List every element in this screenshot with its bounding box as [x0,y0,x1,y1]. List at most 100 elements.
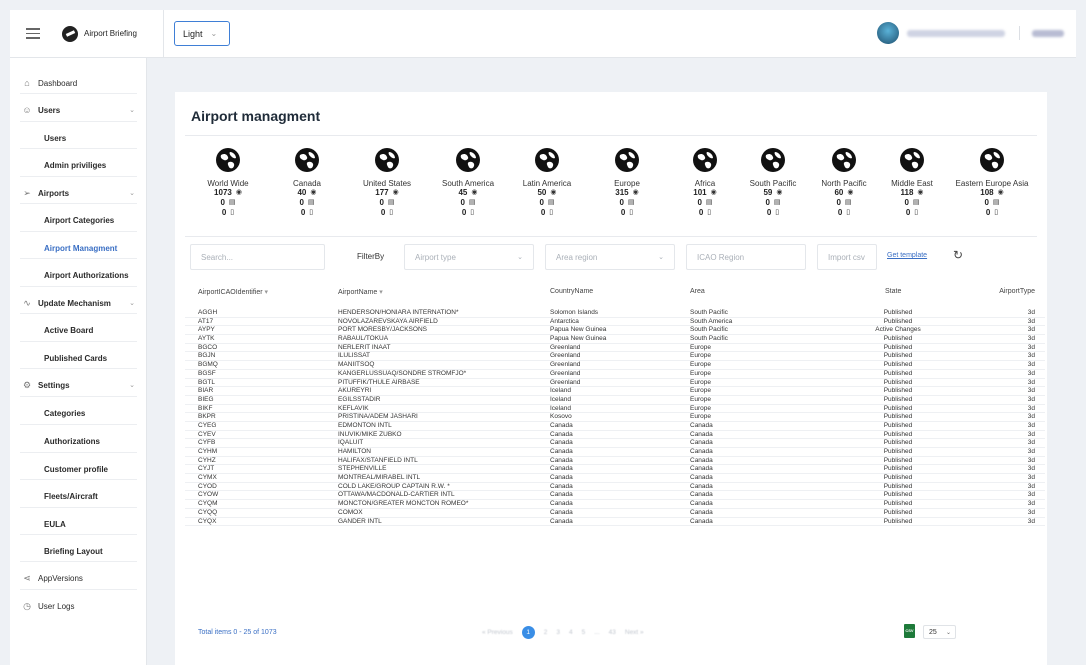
cell-airport-name: MONCTON/GREATER MONCTON ROMEO* [338,500,469,508]
sidebar-item-eula[interactable]: EULA [10,514,147,534]
pagination-page[interactable]: 4 [569,629,573,636]
airport-count-icon: ◉ [310,189,317,196]
pagination-page[interactable]: 1 [521,626,535,639]
airport-type-select[interactable]: Airport type ⌄ [404,244,534,270]
region-united-states[interactable]: United States 177 ◉ 0 ▤ 0 ▯ [344,147,430,218]
table-row[interactable]: BGJN ILULISSAT Greenland Europe Published 3d [185,352,1045,362]
region-canada[interactable]: Canada 40 ◉ 0 ▤ 0 ▯ [264,147,350,218]
table-row[interactable]: CYQX GANDER INTL Canada Canada Published 3d [185,518,1045,527]
pending-count: 0 [379,198,384,207]
import-csv-input[interactable]: Import csv [817,244,877,270]
region-south-america[interactable]: South America 45 ◉ 0 ▤ 0 ▯ [425,147,511,218]
sidebar-item-appversions[interactable]: ⋖ AppVersions [10,568,147,588]
sidebar-item-airport-authorizations[interactable]: Airport Authorizations [10,265,147,285]
pagination-page[interactable]: 3 [556,629,560,636]
area-region-select[interactable]: Area region ⌄ [545,244,675,270]
filter-icon[interactable]: ▾ [265,289,269,296]
airport-type-placeholder: Airport type [415,252,456,262]
sidebar-divider [20,93,137,94]
table-row[interactable]: AT17 NOVOLAZAREVSKAYA AIRFIELD Antarctica S… [185,318,1045,327]
pagination-previous[interactable]: « Previous [482,629,513,636]
table-row[interactable]: CYHM HAMILTON Canada Canada Published 3d [185,448,1045,457]
document-count: 0 [300,208,306,217]
avatar[interactable] [877,22,899,44]
sidebar-item-label: Airport Categories [44,215,115,225]
csv-export-icon[interactable]: CSV [904,624,915,638]
region-middle-east[interactable]: Middle East 118 ◉ 0 ▤ 0 ▯ [869,147,955,218]
sidebar-divider [20,561,137,562]
table-row[interactable]: CYOD COLD LAKE/GROUP CAPTAIN R.W. * Canada… [185,483,1045,492]
filter-icon[interactable]: ▾ [379,289,383,296]
sidebar-item-customer-profile[interactable]: Customer profile [10,459,147,479]
table-row[interactable]: BGTL PITUFFIK/THULE AIRBASE Greenland Europ… [185,379,1045,388]
cell-country: Canada [550,456,573,464]
globe-icon [374,147,400,173]
sidebar-item-users[interactable]: Users [10,128,147,148]
sidebar-divider [20,368,137,369]
table-row[interactable]: CYMX MONTREAL/MIRABEL INTL Canada Canada Pub… [185,474,1045,483]
get-template-link[interactable]: Get template [887,252,927,259]
table-row[interactable]: CYJT STEPHENVILLE Canada Canada Published 3d [185,465,1045,475]
table-row[interactable]: CYEV INUVIK/MIKE ZUBKO Canada Canada Publish… [185,431,1045,440]
table-row[interactable]: CYQQ COMOX Canada Canada Published 3d [185,509,1045,518]
table-row[interactable]: BKPR PRISTINA/ADEM JASHARI Kosovo Europe Pub… [185,413,1045,422]
theme-select[interactable]: Light ⌄ [174,21,230,46]
sidebar-item-categories[interactable]: Categories [10,403,147,423]
sidebar-item-briefing-layout[interactable]: Briefing Layout [10,541,147,561]
search-input[interactable]: Search... [190,244,325,270]
sidebar-item-airport-categories[interactable]: Airport Categories [10,210,147,230]
pagination-page[interactable]: 43 [609,629,616,636]
cell-airport-name: HAMILTON [338,448,371,455]
sidebar-item-authorizations[interactable]: Authorizations [10,431,147,451]
sidebar-item-update-mechanism[interactable]: ∿ Update Mechanism ⌄ [10,293,147,313]
header-icao[interactable]: AirportICAOIdentifier ▾ [198,288,268,296]
table-row[interactable]: CYQM MONCTON/GREATER MONCTON ROMEO* Canada… [185,500,1045,509]
sidebar-item-published-cards[interactable]: Published Cards [10,348,147,368]
table-row[interactable]: BIEG EGILSSTADIR Iceland Europe Published 3d [185,396,1045,405]
cell-airport-name: EDMONTON INTL [338,421,392,429]
sidebar-item-active-board[interactable]: Active Board [10,320,147,340]
table-row[interactable]: BGSF KANGERLUSSUAQ/SONDRE STROMFJO* Greenl… [185,370,1045,379]
cell-country: Antarctica [550,317,579,325]
table-row[interactable]: BIKF KEFLAVIK Iceland Europe Published 3d [185,405,1045,414]
table-row[interactable]: BGCO NERLERIT INAAT Greenland Europe Publish… [185,344,1045,353]
table-row[interactable]: CYEG EDMONTON INTL Canada Canada Published 3d [185,422,1045,431]
table-row[interactable]: AYTK RABAUL/TOKUA Papua New Guinea South Pa… [185,335,1045,344]
page-size-select[interactable]: 25 ⌄ [923,625,956,639]
header-name[interactable]: AirportName ▾ [338,288,383,296]
region-world-wide[interactable]: World Wide 1073 ◉ 0 ▤ 0 ▯ [185,147,271,218]
sidebar-divider [20,121,137,122]
sidebar-item-users[interactable]: ☺ Users ⌄ [10,100,147,120]
user-area[interactable] [877,22,1064,44]
icao-region-input[interactable]: ICAO Region [686,244,806,270]
table-row[interactable]: CYHZ HALIFAX/STANFIELD INTL Canada Canada Pu… [185,457,1045,466]
sidebar-item-airport-managment[interactable]: Airport Managment [10,238,147,258]
table-row[interactable]: AYPY PORT MORESBY/JACKSONS Papua New Guine… [185,326,1045,336]
table-row[interactable]: CYFB IQALUIT Canada Canada Published 3d [185,439,1045,448]
region-eastern-europe-asia[interactable]: Eastern Europe Asia 108 ◉ 0 ▤ 0 ▯ [949,147,1035,218]
sidebar-item-airports[interactable]: ➢ Airports ⌄ [10,183,147,203]
pagination-page[interactable]: ... [594,629,599,636]
menu-icon[interactable] [26,28,40,39]
refresh-icon[interactable]: ↻ [953,248,963,262]
region-latin-america[interactable]: Latin America 50 ◉ 0 ▤ 0 ▯ [504,147,590,218]
sidebar-item-settings[interactable]: ⚙ Settings ⌄ [10,375,147,395]
table-row[interactable]: BGMQ MANIITSOQ Greenland Europe Published 3d [185,361,1045,370]
sidebar-item-admin-priviliges[interactable]: Admin priviliges [10,155,147,175]
table-row[interactable]: CYOW OTTAWA/MACDONALD-CARTIER INTL Canada C… [185,491,1045,501]
pagination-page[interactable]: 5 [582,629,586,636]
pagination-next[interactable]: Next » [625,629,644,636]
sidebar-item-user-logs[interactable]: ◷ User Logs [10,596,147,616]
region-europe[interactable]: Europe 315 ◉ 0 ▤ 0 ▯ [584,147,670,218]
brand[interactable]: Airport Briefing [62,25,147,42]
cell-country: Canada [550,465,573,473]
table-row[interactable]: AGGH HENDERSON/HONIARA INTERNATION* Solomo… [185,309,1045,318]
pagination-page[interactable]: 2 [544,629,548,636]
table-row[interactable]: BIAR AKUREYRI Iceland Europe Published 3d [185,387,1045,396]
cell-country: Kosovo [550,413,572,421]
cell-state: Published [883,430,913,438]
sidebar-item-fleets-aircraft[interactable]: Fleets/Aircraft [10,486,147,506]
sidebar-divider [20,148,137,149]
sidebar-item-dashboard[interactable]: ⌂ Dashboard [10,73,147,93]
sidebar-divider [20,313,137,314]
